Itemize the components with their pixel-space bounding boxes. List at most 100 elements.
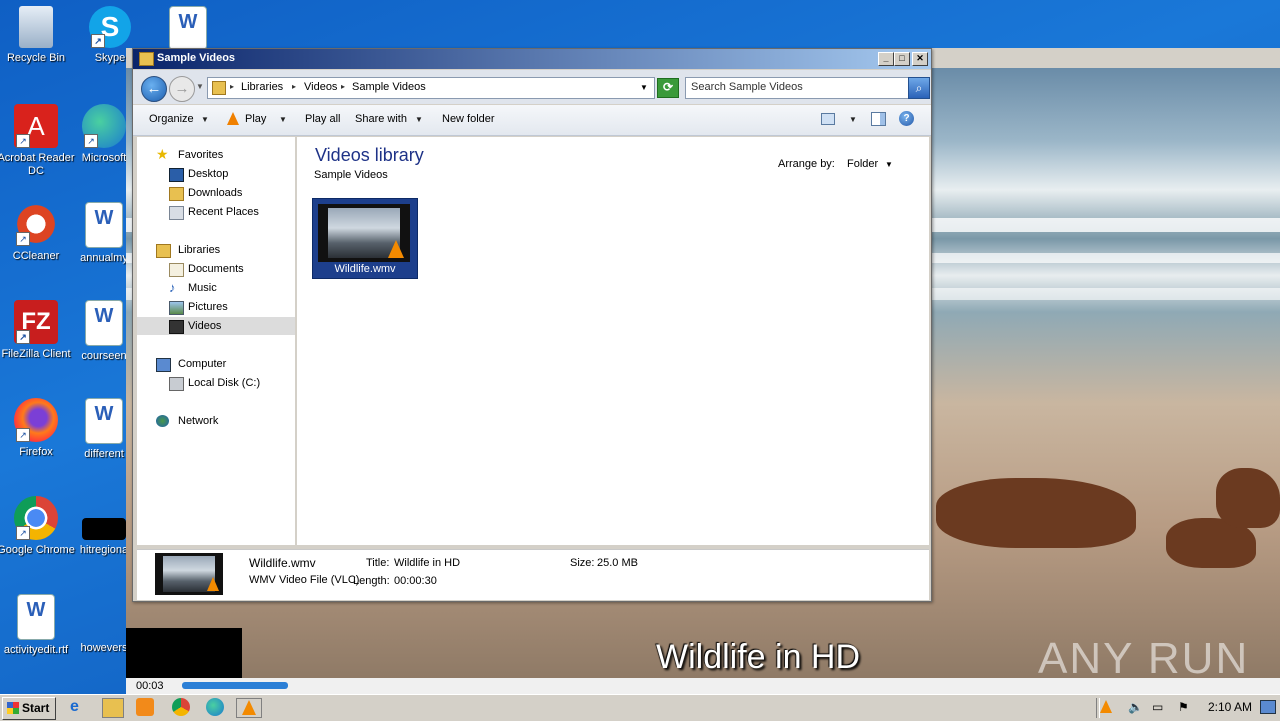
edge-taskbar-icon[interactable] [206, 698, 224, 716]
command-bar: Organize ▼ Play ▼ Play all Share with ▼ … [133, 105, 931, 136]
address-row: ← → ▼ ▸ Libraries ▸ Videos ▸ Sample Vide… [133, 70, 931, 104]
folder-icon [139, 52, 154, 66]
shortcut-arrow-icon: ↗ [16, 526, 30, 540]
edge-icon: ↗ [82, 104, 126, 148]
vlc-seek-bar[interactable] [182, 682, 288, 689]
start-button[interactable]: Start [2, 697, 56, 720]
share-with-button[interactable]: Share with [355, 113, 407, 125]
network-tray-icon[interactable]: ▭ [1152, 700, 1163, 714]
vlc-taskbar-button[interactable] [236, 698, 262, 718]
minimize-button[interactable]: _ [878, 52, 894, 66]
help-icon[interactable]: ? [899, 111, 914, 126]
hard-drive-icon [169, 377, 184, 391]
maximize-button[interactable]: □ [894, 52, 910, 66]
word-document-icon: W [169, 6, 207, 50]
nav-item-libraries[interactable]: Libraries [137, 241, 295, 259]
address-bar[interactable]: ▸ Libraries ▸ Videos ▸ Sample Videos ▼ [207, 77, 655, 99]
recycle-bin-icon [19, 6, 53, 48]
nav-item-downloads[interactable]: Downloads [137, 184, 295, 202]
breadcrumb-sample-videos[interactable]: Sample Videos [352, 81, 426, 93]
start-label: Start [22, 701, 50, 715]
desktop-icon [169, 168, 184, 182]
shortcut-arrow-icon: ↗ [16, 232, 30, 246]
nav-item-desktop[interactable]: Desktop [137, 165, 295, 183]
nav-item-videos[interactable]: Videos [137, 317, 295, 335]
nav-item-documents[interactable]: Documents [137, 260, 295, 278]
taskbar-clock[interactable]: 2:10 AM [1208, 700, 1252, 714]
search-placeholder: Search Sample Videos [691, 81, 803, 93]
address-dropdown-icon[interactable]: ▼ [640, 83, 648, 92]
chevron-down-icon[interactable]: ▼ [415, 115, 423, 124]
breadcrumb-videos[interactable]: Videos [304, 81, 337, 93]
explorer-taskbar-icon[interactable] [102, 698, 124, 718]
file-icon [82, 518, 126, 540]
history-dropdown-icon[interactable]: ▼ [196, 82, 204, 91]
vlc-elapsed-time: 00:03 [136, 680, 164, 692]
recent-places-icon [169, 206, 184, 220]
breadcrumb-separator-icon[interactable]: ▸ [292, 82, 296, 91]
file-item-wildlife[interactable]: Wildlife.wmv [312, 198, 418, 279]
explorer-titlebar[interactable]: Sample Videos _ □ ✕ [133, 49, 931, 69]
details-file-name: Wildlife.wmv [249, 556, 316, 570]
details-length-label: Length: [353, 575, 390, 587]
play-button[interactable]: Play [245, 113, 266, 125]
nav-item-music[interactable]: ♪ Music [137, 279, 295, 297]
search-icon[interactable]: ⌕ [908, 77, 930, 99]
search-input[interactable]: Search Sample Videos [685, 77, 909, 99]
acrobat-icon: A ↗ [14, 104, 58, 148]
vlc-cone-icon [242, 700, 256, 715]
flag-icon[interactable]: ⚑ [1178, 700, 1189, 714]
nav-label: Libraries [178, 244, 221, 256]
nav-item-local-disk[interactable]: Local Disk (C:) [137, 374, 295, 392]
chevron-down-icon[interactable]: ▼ [279, 115, 287, 124]
nav-item-computer[interactable]: Computer [137, 355, 295, 373]
content-pane: Videos library Sample Videos Arrange by:… [297, 137, 929, 545]
library-subtitle: Sample Videos [314, 169, 388, 181]
forward-button[interactable]: → [169, 76, 195, 102]
videos-icon [169, 320, 184, 334]
word-document-icon: W [85, 398, 123, 444]
firefox-icon: ↗ [14, 398, 58, 442]
network-icon [156, 415, 169, 427]
close-button[interactable]: ✕ [912, 52, 928, 66]
back-button[interactable]: ← [141, 76, 167, 102]
media-player-icon[interactable] [136, 698, 154, 716]
arrange-by-dropdown[interactable]: Folder [847, 158, 878, 170]
nav-item-favorites[interactable]: ★ Favorites [137, 146, 295, 164]
organize-button[interactable]: Organize [149, 113, 194, 125]
refresh-button[interactable]: ⟳ [657, 78, 679, 98]
desktop-icon-word-doc[interactable]: W [148, 6, 228, 54]
vlc-cone-icon [388, 240, 404, 258]
breadcrumb-separator-icon[interactable]: ▸ [230, 82, 234, 91]
chevron-down-icon[interactable]: ▼ [849, 115, 857, 124]
play-all-button[interactable]: Play all [305, 113, 340, 125]
chrome-taskbar-icon[interactable] [172, 698, 190, 716]
shortcut-arrow-icon: ↗ [16, 428, 30, 442]
documents-icon [169, 263, 184, 277]
pictures-icon [169, 301, 184, 315]
nav-item-pictures[interactable]: Pictures [137, 298, 295, 316]
arrange-by-label: Arrange by: [778, 158, 835, 170]
nav-item-recent-places[interactable]: Recent Places [137, 203, 295, 221]
chevron-down-icon[interactable]: ▼ [201, 115, 209, 124]
navigation-pane: ★ Favorites Desktop Downloads Recent Pla… [137, 137, 297, 545]
nav-label: Downloads [188, 187, 243, 199]
breadcrumb-libraries[interactable]: Libraries [241, 81, 283, 93]
desktop-icon-recycle-bin[interactable]: Recycle Bin [0, 6, 76, 65]
show-desktop-icon[interactable] [1260, 700, 1276, 714]
video-thumbnail [318, 204, 410, 262]
preview-pane-icon[interactable] [871, 112, 886, 126]
computer-icon [156, 358, 171, 372]
details-pane: Wildlife.wmv WMV Video File (VLC) Title:… [137, 549, 929, 600]
internet-explorer-icon[interactable]: e [70, 698, 92, 718]
video-horse [1216, 468, 1280, 528]
change-view-icon[interactable] [821, 113, 835, 125]
details-size-value: 25.0 MB [597, 557, 638, 569]
vlc-cone-icon [227, 112, 239, 125]
volume-icon[interactable]: 🔈 [1128, 700, 1143, 714]
star-icon: ★ [156, 146, 169, 162]
breadcrumb-separator-icon[interactable]: ▸ [341, 82, 345, 91]
chevron-down-icon[interactable]: ▼ [885, 160, 893, 169]
nav-item-network[interactable]: Network [137, 412, 295, 430]
new-folder-button[interactable]: New folder [442, 113, 495, 125]
